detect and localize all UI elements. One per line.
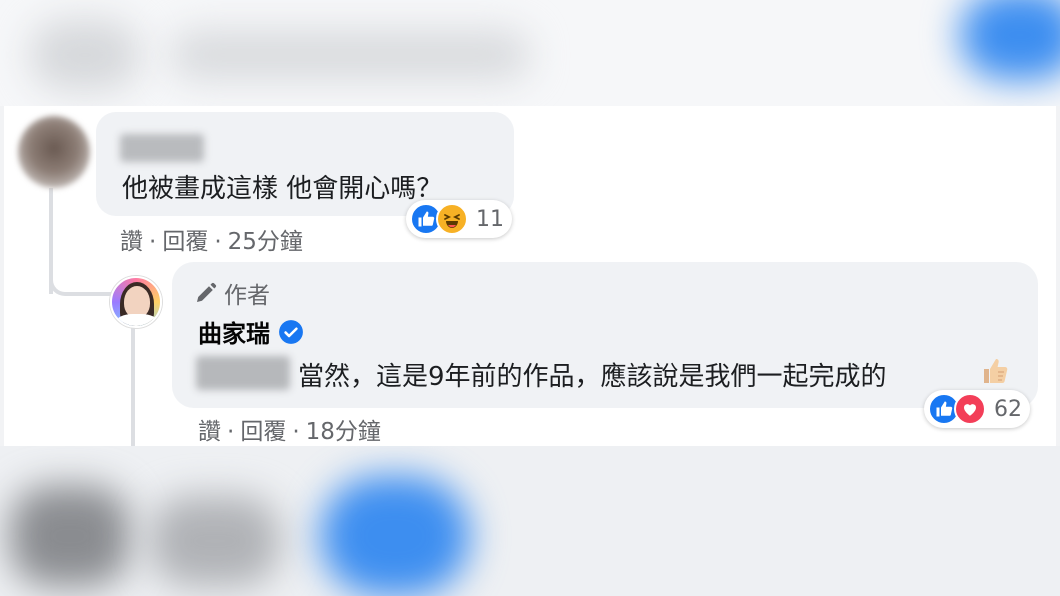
screenshot-stage: 他被畫成這樣 他會開心嗎？ 11 讚 · 回覆 · 25分鐘 作者 曲家瑞 當然… <box>0 0 1060 596</box>
love-icon <box>954 393 986 425</box>
avatar-shirt <box>116 314 158 326</box>
mention-redacted[interactable] <box>196 356 290 390</box>
reply-reaction-summary[interactable]: 62 <box>924 390 1030 428</box>
like-action[interactable]: 讚 <box>198 419 221 445</box>
author-avatar[interactable] <box>110 276 162 328</box>
timestamp[interactable]: 25分鐘 <box>228 229 303 255</box>
like-action[interactable]: 讚 <box>120 229 143 255</box>
commenter-avatar[interactable] <box>18 116 90 188</box>
commenter-name-redacted[interactable] <box>120 134 204 162</box>
blurred-background-bottom <box>0 446 1060 596</box>
reaction-count: 11 <box>476 206 504 232</box>
separator: · <box>227 419 235 445</box>
separator: · <box>149 229 157 255</box>
comments-panel: 他被畫成這樣 他會開心嗎？ 11 讚 · 回覆 · 25分鐘 作者 曲家瑞 當然… <box>4 106 1056 446</box>
comment-text: 他被畫成這樣 他會開心嗎？ <box>122 174 443 204</box>
comment-actions: 讚 · 回覆 · 25分鐘 <box>120 222 303 256</box>
reply-text: 當然，這是9年前的作品，應該說是我們一起完成的 <box>298 362 887 392</box>
thumbs-up-emoji-icon <box>984 359 1008 383</box>
author-badge: 作者 <box>194 276 270 310</box>
author-name[interactable]: 曲家瑞 <box>198 314 270 349</box>
pencil-icon <box>197 282 217 302</box>
author-badge-label: 作者 <box>224 283 270 309</box>
reply-bubble: 作者 曲家瑞 當然，這是9年前的作品，應該說是我們一起完成的 <box>172 262 1038 408</box>
timestamp[interactable]: 18分鐘 <box>306 419 381 445</box>
separator: · <box>292 419 300 445</box>
verified-badge-icon <box>279 319 303 344</box>
thread-connector <box>49 216 115 296</box>
reply-action[interactable]: 回覆 <box>162 229 208 255</box>
reaction-summary[interactable]: 11 <box>406 200 512 238</box>
reply-actions: 讚 · 回覆 · 18分鐘 <box>198 412 381 446</box>
haha-icon <box>436 203 468 235</box>
separator: · <box>214 229 222 255</box>
author-name-row: 曲家瑞 <box>198 314 304 349</box>
reaction-count: 62 <box>994 396 1022 422</box>
reply-action[interactable]: 回覆 <box>240 419 286 445</box>
reply-thread-line <box>131 324 135 446</box>
blurred-background-top <box>0 0 1060 106</box>
